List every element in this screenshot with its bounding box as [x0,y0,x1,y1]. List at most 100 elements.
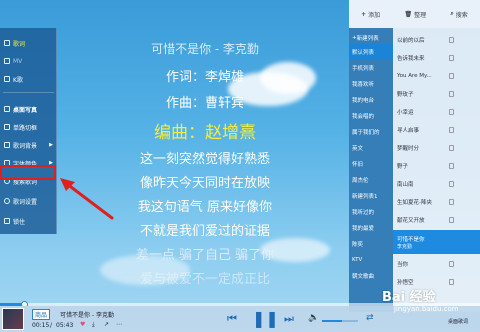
playlist-item[interactable]: 我喜欢听 [349,76,393,92]
playlist-item[interactable]: KTV [349,252,393,268]
lyric-line: 爱与被爱不一定成正比 [139,272,270,287]
download-icon[interactable] [449,73,454,79]
mv-icon [4,58,10,64]
lyric-line: 作词：李焯雄 [165,70,244,85]
menu-item-karaoke[interactable]: K歌 [0,72,57,86]
lyric-line: 作曲：曹轩宾 [165,96,244,111]
share-icon[interactable]: ↗ [104,321,109,328]
download-icon[interactable] [449,55,454,61]
download-icon[interactable]: ⤓ [92,321,95,329]
download-icon[interactable] [449,127,454,133]
time-separator: / [50,322,53,329]
lyric-line: 我这句语气 原来好像你 [137,200,273,215]
album-art[interactable] [2,308,24,330]
song-item[interactable]: 南山南 [393,176,480,192]
song-item[interactable]: 以前的以后 [393,32,480,48]
pause-icon[interactable]: ❚❚ [252,309,279,328]
menu-item-lock[interactable]: 锁住 [0,214,57,228]
song-item[interactable]: 告诉我未来 [393,50,480,66]
lyrics-context-menu: 歌词 MV K歌 桌面写真 单路切框 歌词背景 ▶ 字体颜色 ▶ 搜索歌词 歌词… [0,28,57,234]
menu-item-label: 歌词设置 [13,198,38,206]
song-item[interactable]: 寻人启事 [393,122,480,138]
total-time: 05:43 [56,322,74,329]
menu-item-lyrics[interactable]: 歌词 [0,36,57,50]
menu-item-frame[interactable]: 单路切框 [0,120,57,134]
download-icon[interactable] [449,261,454,267]
menu-item-lyrics-background[interactable]: 歌词背景 ▶ [0,138,57,152]
song-item[interactable]: 梦醒时分 [393,140,480,156]
desktop-photo-icon [4,106,10,112]
menu-item-label: 单路切框 [13,124,38,132]
volume-slider[interactable] [322,320,358,322]
playlist-item[interactable]: 英文 [349,140,393,156]
playlist-item[interactable]: 朝文歌曲 [349,268,393,284]
lyric-line: 像昨天今天同时在放映 [139,176,270,191]
song-item[interactable]: 生如夏花-降央 [393,194,480,210]
download-icon[interactable] [449,199,454,205]
playlist-item[interactable]: 陈奕 [349,236,393,252]
download-icon[interactable] [449,181,454,187]
more-icon[interactable]: ⋯ [116,321,122,328]
playlist-toolbar: + 添加 🗑 整理 ⌕ 搜索 [349,0,480,28]
song-item[interactable]: 当你 [393,256,480,272]
menu-divider [3,92,54,93]
playlist-list: + 新建列表 默认列表 手机列表 我喜欢听 我的电台 我会唱的 属于我们的 英文… [349,28,393,312]
menu-item-label: 锁住 [13,218,26,226]
plus-icon: + [361,10,367,18]
playlist-item[interactable]: 我的最爱 [349,220,393,236]
menu-item-mv[interactable]: MV [0,54,57,68]
lyric-line-active: 编曲：赵增熹 [154,123,256,143]
background-icon [4,142,10,148]
download-icon[interactable] [449,91,454,97]
playlist-item[interactable]: 我会唱的 [349,108,393,124]
song-item[interactable]: 野玫子 [393,86,480,102]
download-icon[interactable] [449,217,454,223]
volume-level [322,320,342,322]
song-item-playing[interactable]: 可惜不是你 李克勤 [393,230,480,254]
song-item[interactable]: 献花又开放 [393,212,480,228]
song-item[interactable]: You Are My... [393,68,480,84]
chevron-right-icon: ▶ [49,142,53,148]
song-list: 以前的以后 告诉我未来 You Are My... 野玫子 小幸运 寻人启事 梦… [393,28,480,312]
volume-icon[interactable]: 🔈 [308,313,319,323]
playlist-item[interactable]: 手机列表 [349,60,393,76]
now-playing-title: 可惜不是你 - 李克勤 [60,312,114,319]
menu-item-label: 桌面写真 [13,106,38,114]
frame-icon [4,124,10,130]
playlist-item[interactable]: 周杰伦 [349,172,393,188]
download-icon[interactable] [449,145,454,151]
playlist-item[interactable]: 怀旧 [349,156,393,172]
repeat-icon[interactable]: ⇄ [366,313,374,323]
menu-item-desktop-photo[interactable]: 桌面写真 [0,102,57,116]
playlist-item[interactable]: 属于我们的 [349,124,393,140]
menu-item-label: K歌 [13,76,23,84]
menu-item-label: 歌词 [13,40,26,48]
lock-icon [4,218,10,224]
song-item[interactable]: 小幸运 [393,104,480,120]
menu-item-label: MV [13,57,23,65]
song-item[interactable]: 野子 [393,158,480,174]
lyric-line: 不就是我们爱过的证据 [139,224,270,239]
desktop-lyrics-button[interactable]: 桌面歌词 [448,318,468,325]
download-icon[interactable] [449,163,454,169]
menu-item-label: 歌词背景 [13,142,38,150]
menu-item-lyrics-settings[interactable]: 歌词设置 [0,194,57,208]
watermark-url: jingyan.baidu.com [394,305,459,313]
highlight-box [0,165,56,180]
previous-icon[interactable]: ⏮ [227,312,237,326]
playlist-item[interactable]: 我的电台 [349,92,393,108]
playlist-item[interactable]: 默认列表 [349,44,393,60]
manage-button[interactable]: 🗑 整理 [404,10,426,19]
search-button[interactable]: ⌕ 搜索 [450,10,467,19]
download-icon[interactable] [449,279,454,285]
playlist-item[interactable]: 我听过的 [349,204,393,220]
add-button[interactable]: + 添加 [361,10,380,19]
download-icon[interactable] [449,37,454,43]
next-icon[interactable]: ⏭ [284,312,294,326]
lyric-line: 差一点 骗了自己 骗了你 [135,248,275,263]
source-badge[interactable]: 商品 [32,309,51,320]
download-icon[interactable] [449,109,454,115]
heart-icon[interactable]: ♥ [80,321,85,328]
playlist-item[interactable]: 新建列表1 [349,188,393,204]
karaoke-icon [4,76,10,82]
